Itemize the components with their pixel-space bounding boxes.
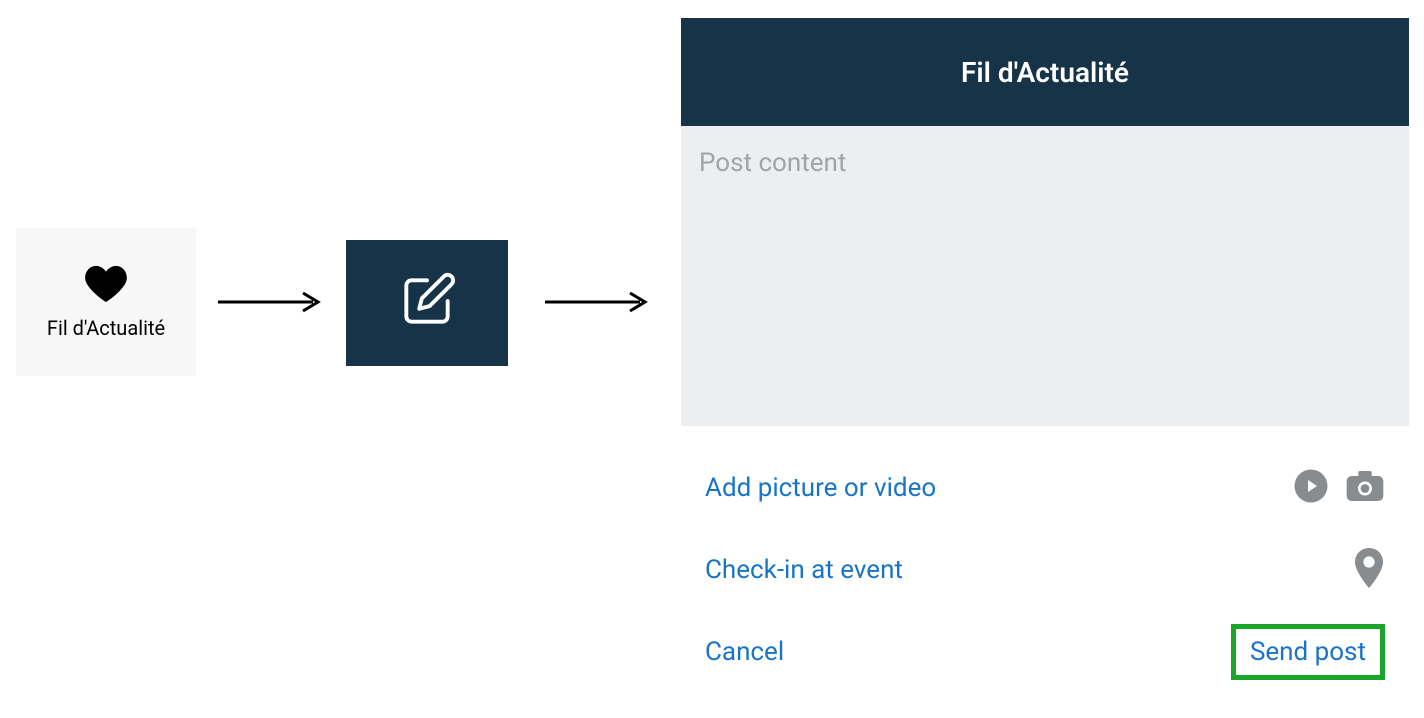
checkin-link[interactable]: Check-in at event	[705, 555, 903, 585]
send-post-highlight: Send post	[1231, 624, 1385, 680]
location-pin-icon[interactable]	[1353, 548, 1385, 592]
post-content-input[interactable]	[681, 126, 1409, 426]
news-feed-tile[interactable]: Fil d'Actualité	[16, 228, 196, 376]
action-row: Cancel Send post	[705, 612, 1385, 680]
play-icon[interactable]	[1293, 468, 1329, 508]
checkin-row[interactable]: Check-in at event	[705, 528, 1385, 612]
camera-icon[interactable]	[1345, 468, 1385, 508]
panel-options: Add picture or video	[681, 430, 1409, 680]
arrow-icon	[218, 290, 323, 314]
compose-button-tile[interactable]	[346, 240, 508, 366]
compose-icon	[396, 270, 458, 336]
news-feed-label: Fil d'Actualité	[47, 316, 165, 340]
panel-title: Fil d'Actualité	[681, 18, 1409, 126]
compose-panel: Fil d'Actualité Add picture or video	[681, 18, 1409, 680]
add-media-row[interactable]: Add picture or video	[705, 448, 1385, 528]
add-media-link[interactable]: Add picture or video	[705, 473, 936, 503]
cancel-button[interactable]: Cancel	[705, 637, 784, 667]
arrow-icon	[545, 290, 650, 314]
send-post-button[interactable]: Send post	[1250, 637, 1366, 667]
heart-icon	[84, 264, 128, 308]
